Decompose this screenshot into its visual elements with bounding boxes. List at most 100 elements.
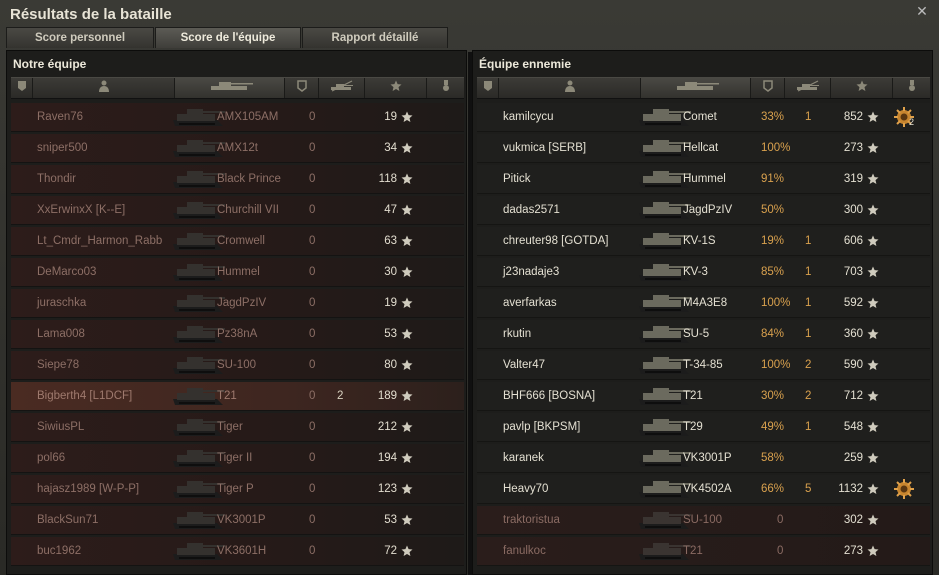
player-row[interactable]: hajasz1989 [W-P-P] Tiger P 0 123 bbox=[11, 475, 464, 504]
player-row[interactable]: BlackSun71 VK3001P 0 53 bbox=[11, 506, 464, 535]
player-row[interactable]: karanek VK3001P 58% 259 bbox=[477, 444, 930, 473]
player-row[interactable]: dadas2571 JagdPzIV 50% 300 bbox=[477, 196, 930, 225]
xp-star-column-icon[interactable] bbox=[831, 78, 893, 98]
player-row[interactable]: XxErwinxX [K--E] Churchill VII 0 47 bbox=[11, 196, 464, 225]
vehicle-name: T-34-85 bbox=[683, 359, 723, 371]
vehicle-name: T29 bbox=[683, 421, 703, 433]
player-row[interactable]: pavlp [BKPSM] T29 49% 1 548 bbox=[477, 413, 930, 442]
player-row[interactable]: chreuter98 [GOTDA] KV-1S 19% 1 606 bbox=[477, 227, 930, 256]
kills-value: 1 bbox=[805, 421, 812, 433]
vehicle-name: JagdPzIV bbox=[683, 204, 733, 216]
vehicle-name: T21 bbox=[683, 390, 703, 402]
spotted-value: 33% bbox=[761, 111, 785, 123]
gear-medal-icon[interactable] bbox=[893, 478, 915, 500]
player-column-icon[interactable] bbox=[499, 78, 641, 98]
spotted-value: 0 bbox=[309, 111, 316, 123]
ally-table-header bbox=[11, 77, 464, 99]
spotted-value: 58% bbox=[761, 452, 785, 464]
player-row[interactable]: pol66 Tiger II 0 194 bbox=[11, 444, 464, 473]
spotted-value: 0 bbox=[309, 173, 316, 185]
xp-star-icon bbox=[867, 266, 879, 277]
player-row[interactable]: Siepe78 SU-100 0 80 bbox=[11, 351, 464, 380]
player-row[interactable]: Lama008 Pz38nA 0 53 bbox=[11, 320, 464, 349]
vehicle-name: VK3001P bbox=[217, 514, 266, 526]
spotted-column-icon[interactable] bbox=[285, 78, 319, 98]
squad-column-icon[interactable] bbox=[11, 78, 33, 98]
player-name: chreuter98 [GOTDA] bbox=[503, 235, 609, 247]
spotted-value: 0 bbox=[309, 359, 316, 371]
xp-star-icon bbox=[401, 111, 413, 122]
vehicle-name: Tiger bbox=[217, 421, 243, 433]
player-row[interactable]: buc1962 VK3601H 0 72 bbox=[11, 537, 464, 566]
player-row[interactable]: Heavy70 VK4502A 66% 5 1132 bbox=[477, 475, 930, 504]
player-row[interactable]: Raven76 AMX105AM 0 19 bbox=[11, 103, 464, 132]
player-row[interactable]: traktoristua SU-100 0 302 bbox=[477, 506, 930, 535]
spotted-value: 0 bbox=[309, 545, 316, 557]
vehicle-name: T21 bbox=[217, 390, 237, 402]
enemy-team-panel: Équipe ennemie kamilcycu Comet 33% 1 852… bbox=[472, 50, 933, 575]
xp-value: 606 bbox=[843, 235, 863, 247]
player-row[interactable]: Bigberth4 [L1DCF] T21 0 2 189 bbox=[11, 382, 464, 411]
player-row[interactable]: juraschka JagdPzIV 0 19 bbox=[11, 289, 464, 318]
xp-value: 592 bbox=[843, 297, 863, 309]
vehicle-name: SU-5 bbox=[683, 328, 710, 340]
vehicle-name: KV-1S bbox=[683, 235, 716, 247]
player-row[interactable]: fanulkoc T21 0 273 bbox=[477, 537, 930, 566]
xp-value: 63 bbox=[384, 235, 397, 247]
medal-column-icon[interactable] bbox=[893, 78, 930, 98]
player-row[interactable]: kamilcycu Comet 33% 1 852 2 bbox=[477, 103, 930, 132]
player-row[interactable]: averfarkas M4A3E8 100% 1 592 bbox=[477, 289, 930, 318]
player-row[interactable]: sniper500 AMX12t 0 34 bbox=[11, 134, 464, 163]
spotted-value: 0 bbox=[777, 545, 784, 557]
player-name: kamilcycu bbox=[503, 111, 554, 123]
spotted-column-icon[interactable] bbox=[751, 78, 785, 98]
spotted-value: 100% bbox=[761, 359, 791, 371]
kills-column-icon[interactable] bbox=[785, 78, 831, 98]
kills-value: 2 bbox=[337, 390, 344, 402]
player-row[interactable]: Thondir Black Prince 0 118 bbox=[11, 165, 464, 194]
vehicle-name: VK3601H bbox=[217, 545, 267, 557]
tab-team-score[interactable]: Score de l'équipe bbox=[155, 27, 301, 48]
vehicle-column-icon[interactable] bbox=[641, 78, 751, 98]
squad-column-icon[interactable] bbox=[477, 78, 499, 98]
spotted-value: 30% bbox=[761, 390, 785, 402]
close-icon[interactable]: ✕ bbox=[915, 4, 929, 18]
player-row[interactable]: SiwiusPL Tiger 0 212 bbox=[11, 413, 464, 442]
xp-star-icon bbox=[401, 421, 413, 432]
player-row[interactable]: Valter47 T-34-85 100% 2 590 bbox=[477, 351, 930, 380]
spotted-value: 0 bbox=[777, 514, 784, 526]
xp-star-icon bbox=[401, 266, 413, 277]
xp-star-column-icon[interactable] bbox=[365, 78, 427, 98]
tab-personal-score[interactable]: Score personnel bbox=[6, 27, 154, 48]
player-name: karanek bbox=[503, 452, 544, 464]
player-row[interactable]: rkutin SU-5 84% 1 360 bbox=[477, 320, 930, 349]
xp-value: 703 bbox=[843, 266, 863, 278]
xp-value: 53 bbox=[384, 514, 397, 526]
player-column-icon[interactable] bbox=[33, 78, 175, 98]
player-name: juraschka bbox=[37, 297, 87, 309]
xp-star-icon bbox=[867, 421, 879, 432]
vehicle-name: VK3001P bbox=[683, 452, 732, 464]
player-row[interactable]: DeMarco03 Hummel 0 30 bbox=[11, 258, 464, 287]
player-row[interactable]: Pitick Hummel 91% 319 bbox=[477, 165, 930, 194]
vehicle-column-icon[interactable] bbox=[175, 78, 285, 98]
xp-value: 72 bbox=[384, 545, 397, 557]
player-name: traktoristua bbox=[503, 514, 560, 526]
vehicle-name: Black Prince bbox=[217, 173, 281, 185]
spotted-value: 19% bbox=[761, 235, 785, 247]
vehicle-name: VK4502A bbox=[683, 483, 732, 495]
medal-column-icon[interactable] bbox=[427, 78, 464, 98]
player-row[interactable]: vukmica [SERB] Hellcat 100% 273 bbox=[477, 134, 930, 163]
player-row[interactable]: BHF666 [BOSNA] T21 30% 2 712 bbox=[477, 382, 930, 411]
player-name: pavlp [BKPSM] bbox=[503, 421, 581, 433]
player-row[interactable]: j23nadaje3 KV-3 85% 1 703 bbox=[477, 258, 930, 287]
player-name: Heavy70 bbox=[503, 483, 549, 495]
tab-detailed-report[interactable]: Rapport détaillé bbox=[302, 27, 448, 48]
kills-value: 1 bbox=[805, 111, 812, 123]
spotted-value: 0 bbox=[309, 390, 316, 402]
player-name: BlackSun71 bbox=[37, 514, 99, 526]
kills-column-icon[interactable] bbox=[319, 78, 365, 98]
player-row[interactable]: Lt_Cmdr_Harmon_Rabb Cromwell 0 63 bbox=[11, 227, 464, 256]
vehicle-name: AMX12t bbox=[217, 142, 258, 154]
window-title: Résultats de la bataille bbox=[10, 6, 172, 23]
